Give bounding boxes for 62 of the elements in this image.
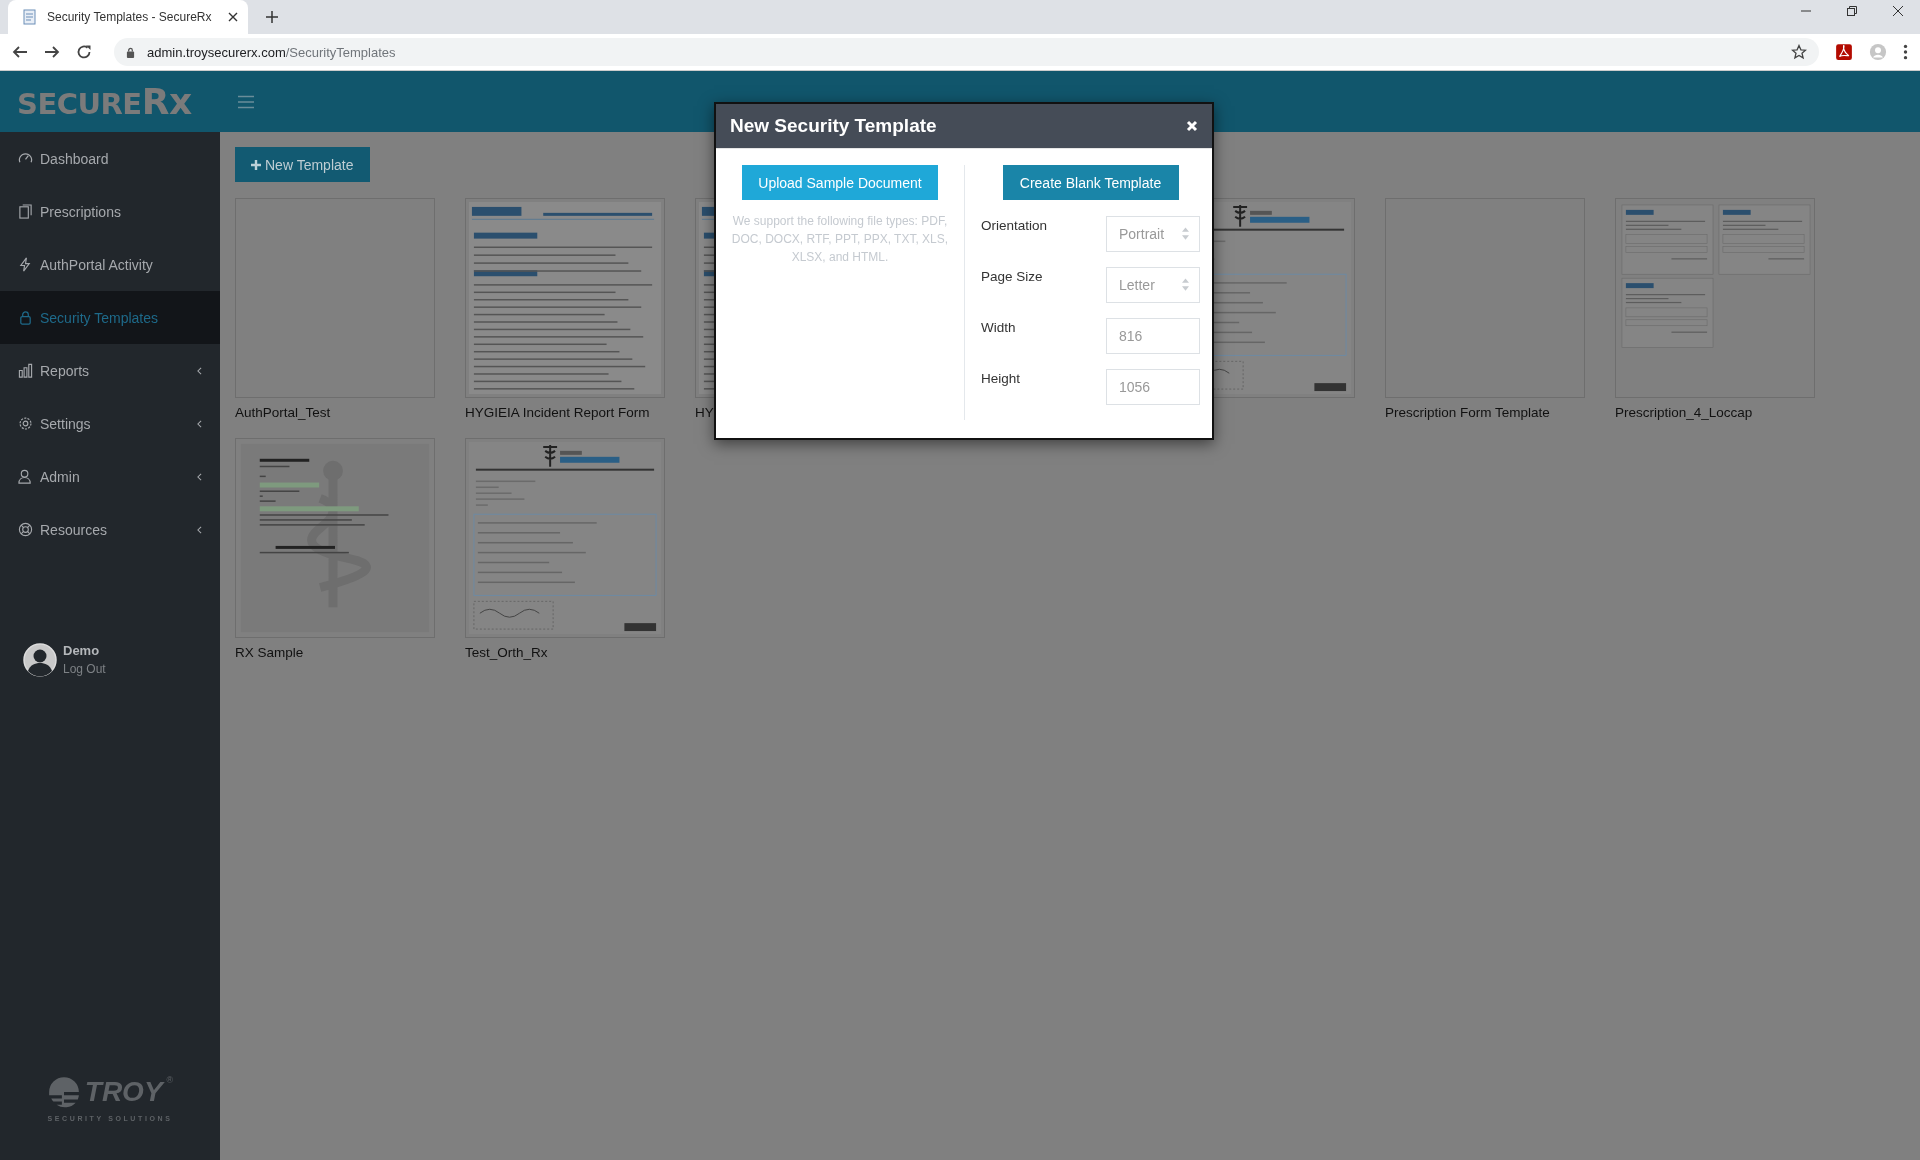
- new-template-button[interactable]: New Template: [235, 147, 371, 182]
- template-name[interactable]: HYGIEIA Incident Report Form: [465, 405, 650, 420]
- input-field[interactable]: 1056: [1106, 368, 1200, 405]
- template-thumbnail[interactable]: [465, 438, 665, 638]
- field-label: Height: [981, 371, 1021, 386]
- logo: SECURERx: [17, 81, 193, 122]
- template-thumbnail[interactable]: [1615, 198, 1815, 398]
- close-icon[interactable]: [1892, 5, 1904, 17]
- select-field[interactable]: Letter: [1106, 266, 1200, 303]
- sidebar-item[interactable]: Settings: [0, 397, 220, 450]
- create-blank-button[interactable]: Create Blank Template: [1002, 165, 1179, 200]
- updown-arrows-icon: [1182, 278, 1189, 291]
- sidebar-item[interactable]: Resources: [0, 503, 220, 556]
- back-icon[interactable]: [12, 44, 28, 60]
- updown-arrows-icon: [1182, 227, 1189, 240]
- restore-icon[interactable]: [1846, 5, 1858, 17]
- user-icon: [18, 469, 33, 484]
- template-thumbnail[interactable]: [235, 438, 435, 638]
- field-label: Width: [981, 320, 1016, 335]
- template-name[interactable]: RX Sample: [235, 645, 304, 660]
- sidebar-item[interactable]: Admin: [0, 450, 220, 503]
- menu-icon[interactable]: [1903, 43, 1908, 61]
- select-field[interactable]: Portrait: [1106, 215, 1200, 252]
- upload-button[interactable]: Upload Sample Document: [742, 165, 938, 200]
- sidebar-item[interactable]: Security Templates: [0, 291, 220, 344]
- logout-link[interactable]: Log Out: [63, 660, 106, 679]
- document-icon: [22, 9, 38, 25]
- avatar-icon: [23, 643, 57, 677]
- template-name[interactable]: Test_Orth_Rx: [465, 645, 548, 660]
- url-text: admin.troysecurerx.com/SecurityTemplates: [147, 44, 397, 60]
- settings-icon: [18, 416, 33, 431]
- lock-icon: [126, 46, 135, 58]
- modal-title: New Security Template: [730, 115, 938, 137]
- sidebar-item[interactable]: AuthPortal Activity: [0, 238, 220, 291]
- lightning-icon: [18, 257, 33, 272]
- sidebar-item[interactable]: Reports: [0, 344, 220, 397]
- template-name[interactable]: Prescription Form Template: [1385, 405, 1550, 420]
- sidebar-item[interactable]: Prescriptions: [0, 185, 220, 238]
- user-name: Demo: [63, 642, 101, 660]
- forward-icon[interactable]: [44, 44, 60, 60]
- field-label: Orientation: [981, 218, 1048, 233]
- document-icon: [18, 204, 33, 219]
- template-name[interactable]: AuthPortal_Test: [235, 405, 331, 420]
- sidebar-item[interactable]: Dashboard: [0, 132, 220, 185]
- field-label: Page Size: [981, 269, 1043, 284]
- reload-icon[interactable]: [76, 44, 92, 60]
- file-types-note: We support the following file types: PDF, DOC, DOCX, RTF, PPT, PPX, TXT, XLS, XLSX, and HTML.: [730, 213, 950, 266]
- input-field[interactable]: 816: [1106, 317, 1200, 354]
- close-icon[interactable]: [228, 12, 238, 22]
- browser-tab[interactable]: Security Templates - SecureRx: [8, 0, 248, 34]
- template-name[interactable]: HY: [695, 405, 714, 420]
- star-icon[interactable]: [1791, 44, 1807, 60]
- pdf-icon[interactable]: [1835, 43, 1853, 61]
- template-thumbnail[interactable]: [465, 198, 665, 398]
- lock-icon: [18, 310, 33, 325]
- tab-title: Security Templates - SecureRx: [47, 10, 213, 24]
- plus-icon: [251, 159, 261, 170]
- new-tab-icon[interactable]: [266, 11, 278, 23]
- bar-chart-icon: [18, 363, 33, 378]
- address-field[interactable]: admin.troysecurerx.com/SecurityTemplates: [114, 38, 1819, 66]
- life-ring-icon: [18, 522, 33, 537]
- template-name[interactable]: Prescription_4_Loccap: [1615, 405, 1753, 420]
